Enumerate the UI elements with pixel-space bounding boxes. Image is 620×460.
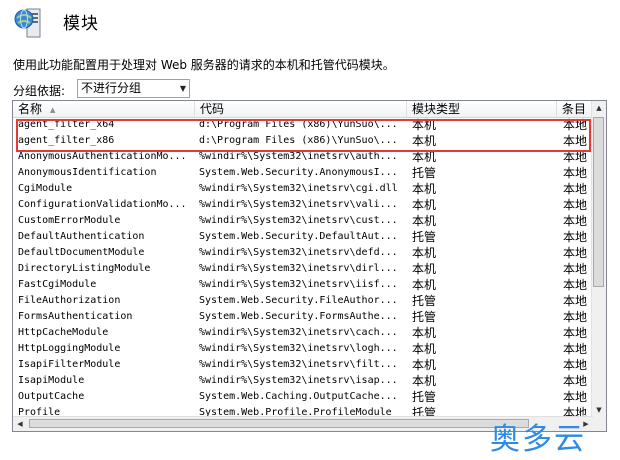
table-cell-module-type: 本机 xyxy=(412,278,437,292)
table-cell-module-type: 本机 xyxy=(412,326,437,340)
table-row[interactable]: agent_filter_x86 d:\Program Files (x86)\Y… xyxy=(13,133,593,149)
table-cell-code: System.Web.Security.FileAuthor... xyxy=(199,295,398,306)
modules-server-icon xyxy=(14,8,41,38)
table-cell-name: DirectoryListingModule xyxy=(18,263,151,274)
table-cell-name: FormsAuthentication xyxy=(18,311,133,322)
table-cell-code: d:\Program Files (x86)\YunSuo\... xyxy=(199,119,398,130)
table-row[interactable]: ConfigurationValidationMo... %windir%\Sys… xyxy=(13,197,593,213)
table-row[interactable]: IsapiFilterModule %windir%\System32\inets… xyxy=(13,357,593,373)
page-title: 模块 xyxy=(63,14,99,34)
table-row[interactable]: CustomErrorModule %windir%\System32\inets… xyxy=(13,213,593,229)
table-row[interactable]: CgiModule %windir%\System32\inetsrv\cgi.d… xyxy=(13,181,593,197)
table-cell-module-type: 托管 xyxy=(412,310,437,324)
table-cell-module-type: 本机 xyxy=(412,214,437,228)
table-cell-module-type: 本机 xyxy=(412,182,437,196)
sort-ascending-icon: ▲ xyxy=(50,105,56,114)
table-cell-module-type: 本机 xyxy=(412,262,437,276)
table-cell-module-type: 托管 xyxy=(412,166,437,180)
table-row[interactable]: DefaultAuthentication System.Web.Security… xyxy=(13,229,593,245)
table-cell-name: AnonymousAuthenticationMo... xyxy=(18,151,187,162)
table-cell-code: System.Web.Security.FormsAuthe... xyxy=(199,311,398,322)
modules-list: 名称 ▲ 代码 模块类型 条目 agent_filter_x64 d:\Progra… xyxy=(12,100,607,432)
table-row[interactable]: agent_filter_x64 d:\Program Files (x86)\Y… xyxy=(13,117,593,133)
table-cell-code: %windir%\System32\inetsrv\cust... xyxy=(199,215,398,226)
table-cell-module-type: 本机 xyxy=(412,134,437,148)
table-cell-name: AnonymousIdentification xyxy=(18,167,157,178)
table-cell-code: %windir%\System32\inetsrv\isap... xyxy=(199,375,398,386)
chevron-down-icon[interactable]: ▼ xyxy=(180,80,186,97)
group-by-label: 分组依据: xyxy=(13,84,66,98)
table-cell-code: %windir%\System32\inetsrv\cach... xyxy=(199,327,398,338)
table-cell-name: DefaultDocumentModule xyxy=(18,247,145,258)
horizontal-scroll-thumb[interactable] xyxy=(29,419,529,428)
table-cell-code: %windir%\System32\inetsrv\iisf... xyxy=(199,279,398,290)
table-cell-name: HttpLoggingModule xyxy=(18,343,121,354)
table-cell-name: FastCgiModule xyxy=(18,279,97,290)
table-cell-name: IsapiModule xyxy=(18,375,85,386)
group-by-value: 不进行分组 xyxy=(81,81,142,95)
watermark-logo: 奥多云 xyxy=(490,422,586,457)
table-cell-module-type: 本机 xyxy=(412,246,437,260)
table-cell-code: System.Web.Security.DefaultAut... xyxy=(199,231,398,242)
table-cell-name: CustomErrorModule xyxy=(18,215,121,226)
scroll-corner xyxy=(592,417,606,431)
table-cell-name: CgiModule xyxy=(18,183,73,194)
table-cell-code: System.Web.Security.AnonymousI... xyxy=(199,167,398,178)
table-cell-module-type: 托管 xyxy=(412,390,437,404)
table-cell-code: %windir%\System32\inetsrv\dirl... xyxy=(199,263,398,274)
table-cell-name: HttpCacheModule xyxy=(18,327,109,338)
column-header-entry-type[interactable]: 条目 xyxy=(557,101,593,117)
vertical-scrollbar[interactable]: ▲ ▼ xyxy=(591,101,606,417)
table-cell-name: ConfigurationValidationMo... xyxy=(18,199,187,210)
scroll-left-icon[interactable]: ◀ xyxy=(13,417,27,431)
table-cell-code: %windir%\System32\inetsrv\filt... xyxy=(199,359,398,370)
table-row[interactable]: DefaultDocumentModule %windir%\System32\i… xyxy=(13,245,593,261)
table-cell-code: System.Web.Caching.OutputCache... xyxy=(199,391,398,402)
table-row[interactable]: IsapiModule %windir%\System32\inetsrv\isa… xyxy=(13,373,593,389)
table-cell-name: agent_filter_x86 xyxy=(18,135,115,146)
table-cell-code: %windir%\System32\inetsrv\logh... xyxy=(199,343,398,354)
table-cell-code: %windir%\System32\inetsrv\defd... xyxy=(199,247,398,258)
column-header-name[interactable]: 名称 ▲ xyxy=(13,101,195,117)
list-rows: agent_filter_x64 d:\Program Files (x86)\Y… xyxy=(13,117,593,431)
column-header-code[interactable]: 代码 xyxy=(195,101,407,117)
table-row[interactable]: HttpCacheModule %windir%\System32\inetsrv… xyxy=(13,325,593,341)
table-cell-name: DefaultAuthentication xyxy=(18,231,145,242)
table-cell-module-type: 本机 xyxy=(412,118,437,132)
table-row[interactable]: FormsAuthentication System.Web.Security.F… xyxy=(13,309,593,325)
table-cell-module-type: 托管 xyxy=(412,230,437,244)
table-cell-code: d:\Program Files (x86)\YunSuo\... xyxy=(199,135,398,146)
table-cell-module-type: 本机 xyxy=(412,358,437,372)
table-row[interactable]: HttpLoggingModule %windir%\System32\inets… xyxy=(13,341,593,357)
table-cell-name: FileAuthorization xyxy=(18,295,121,306)
table-cell-module-type: 本机 xyxy=(412,374,437,388)
table-cell-code: %windir%\System32\inetsrv\auth... xyxy=(199,151,398,162)
column-header-module-type[interactable]: 模块类型 xyxy=(407,101,557,117)
table-cell-module-type: 本机 xyxy=(412,342,437,356)
table-row[interactable]: OutputCache System.Web.Caching.OutputCach… xyxy=(13,389,593,405)
table-cell-code: %windir%\System32\inetsrv\cgi.dll xyxy=(199,183,398,194)
table-cell-name: OutputCache xyxy=(18,391,85,402)
group-by-select[interactable]: 不进行分组 ▼ xyxy=(77,79,190,98)
column-header-name-label: 名称 xyxy=(18,102,43,116)
table-cell-name: IsapiFilterModule xyxy=(18,359,121,370)
table-cell-module-type: 托管 xyxy=(412,294,437,308)
table-cell-module-type: 本机 xyxy=(412,150,437,164)
list-header: 名称 ▲ 代码 模块类型 条目 xyxy=(13,101,593,118)
page-description: 使用此功能配置用于处理对 Web 服务器的请求的本机和托管代码模块。 xyxy=(13,58,395,72)
vertical-scroll-thumb[interactable] xyxy=(593,117,604,287)
table-row[interactable]: FastCgiModule %windir%\System32\inetsrv\i… xyxy=(13,277,593,293)
table-row[interactable]: AnonymousAuthenticationMo... %windir%\Sys… xyxy=(13,149,593,165)
scroll-up-icon[interactable]: ▲ xyxy=(592,101,606,115)
table-cell-code: %windir%\System32\inetsrv\vali... xyxy=(199,199,398,210)
table-cell-name: agent_filter_x64 xyxy=(18,119,115,130)
table-row[interactable]: DirectoryListingModule %windir%\System32\… xyxy=(13,261,593,277)
table-row[interactable]: AnonymousIdentification System.Web.Securi… xyxy=(13,165,593,181)
scroll-down-icon[interactable]: ▼ xyxy=(592,403,606,417)
table-row[interactable]: FileAuthorization System.Web.Security.Fil… xyxy=(13,293,593,309)
table-cell-module-type: 本机 xyxy=(412,198,437,212)
